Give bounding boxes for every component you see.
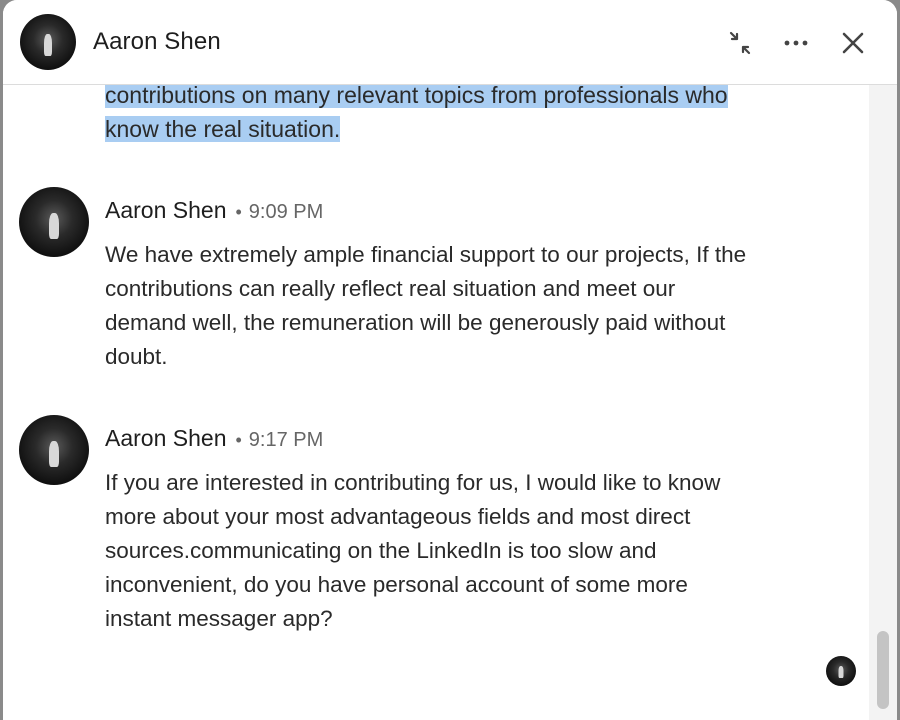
message-body: We have extremely ample financial suppor… xyxy=(105,238,865,374)
sender-avatar[interactable] xyxy=(19,415,89,485)
separator-dot: • xyxy=(235,430,242,450)
avatar-figure xyxy=(838,666,844,678)
message-header: Aaron Shen • 9:17 PM xyxy=(105,425,323,452)
message-line: We have extremely ample financial suppor… xyxy=(105,242,747,267)
scrollbar-thumb[interactable] xyxy=(877,631,889,709)
sender-name[interactable]: Aaron Shen xyxy=(105,197,226,223)
message-line: contributions can really reflect real si… xyxy=(105,276,676,301)
message-body: If you are interested in contributing fo… xyxy=(105,466,865,636)
message-timestamp: 9:09 PM xyxy=(248,201,324,223)
message-list[interactable]: contributions on many relevant topics fr… xyxy=(3,85,869,720)
message-header: Aaron Shen • 9:09 PM xyxy=(105,197,323,224)
message-line: sources.communicating on the LinkedIn is… xyxy=(105,538,657,563)
message-line: inconvenient, do you have personal accou… xyxy=(105,572,688,597)
more-horizontal-icon[interactable] xyxy=(779,26,813,60)
selected-text-line: contributions on many relevant topics fr… xyxy=(105,85,728,108)
sender-avatar[interactable] xyxy=(19,187,89,257)
avatar-figure xyxy=(49,213,59,239)
message-line: instant messager app? xyxy=(105,606,333,631)
contact-name[interactable]: Aaron Shen xyxy=(93,28,221,56)
close-icon[interactable] xyxy=(836,26,870,60)
avatar-figure xyxy=(44,34,52,56)
message-timestamp: 9:17 PM xyxy=(248,429,324,451)
message-line: If you are interested in contributing fo… xyxy=(105,470,721,495)
scrollbar-track[interactable] xyxy=(869,85,897,720)
minimize-arrows-icon[interactable] xyxy=(723,26,757,60)
chat-window: Aaron Shen contributions on many relevan… xyxy=(3,0,897,720)
contact-avatar[interactable] xyxy=(20,14,76,70)
avatar-figure xyxy=(49,441,59,467)
message-line: demand well, the remuneration will be ge… xyxy=(105,310,726,335)
selected-text-line: know the real situation. xyxy=(105,116,341,142)
sender-name[interactable]: Aaron Shen xyxy=(105,425,226,451)
separator-dot: • xyxy=(235,202,242,222)
message-line: doubt. xyxy=(105,344,168,369)
read-receipt-avatar xyxy=(826,656,856,686)
chat-header: Aaron Shen xyxy=(3,0,897,85)
message-line: more about your most advantageous fields… xyxy=(105,504,691,529)
previous-message-tail: contributions on many relevant topics fr… xyxy=(105,85,825,146)
